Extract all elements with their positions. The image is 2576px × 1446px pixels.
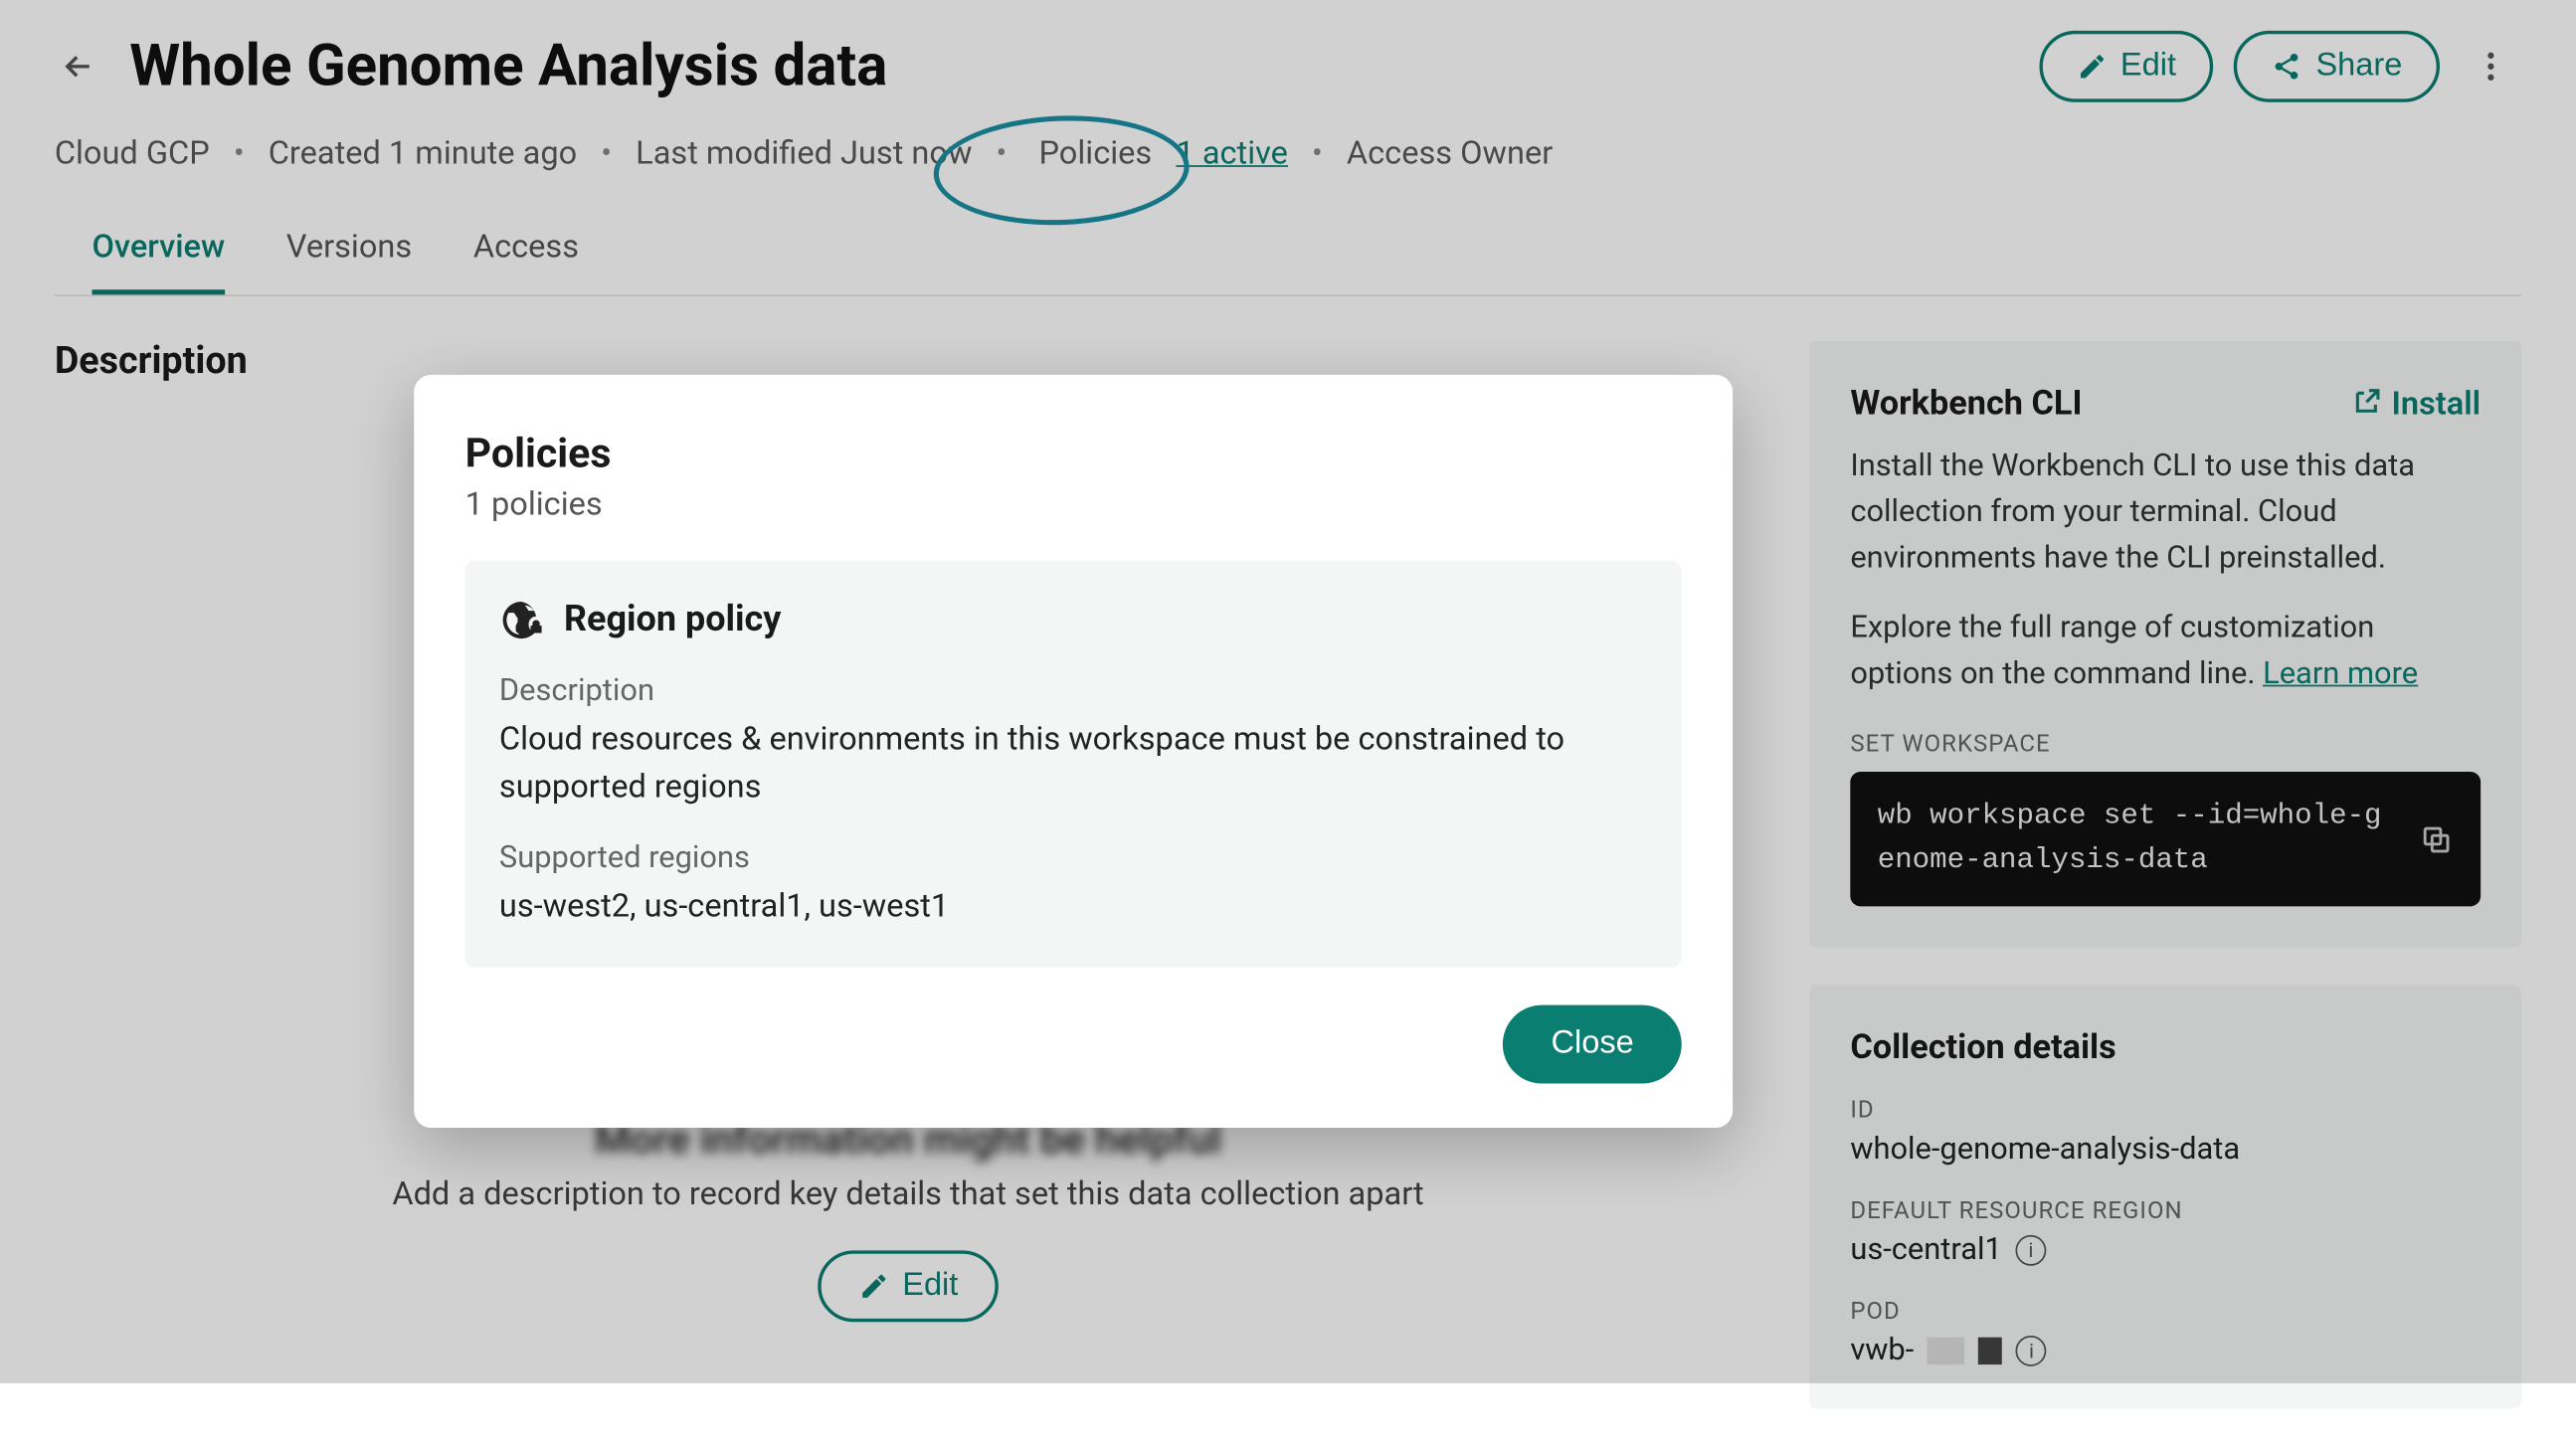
modal-count: 1 policies xyxy=(465,483,1682,522)
globe-lock-icon xyxy=(499,598,544,642)
policy-name: Region policy xyxy=(564,600,781,640)
modal-overlay[interactable]: Policies 1 policies Region policy Descri… xyxy=(0,0,2576,1383)
policy-card: Region policy Description Cloud resource… xyxy=(465,561,1682,968)
modal-title: Policies xyxy=(465,430,1682,477)
close-button[interactable]: Close xyxy=(1504,1004,1682,1083)
policy-regions-label: Supported regions xyxy=(499,840,1648,876)
policy-desc-label: Description xyxy=(499,673,1648,709)
policies-modal: Policies 1 policies Region policy Descri… xyxy=(414,375,1733,1128)
policy-desc-value: Cloud resources & environments in this w… xyxy=(499,715,1648,809)
policy-regions-value: us-west2, us-central1, us-west1 xyxy=(499,882,1648,929)
